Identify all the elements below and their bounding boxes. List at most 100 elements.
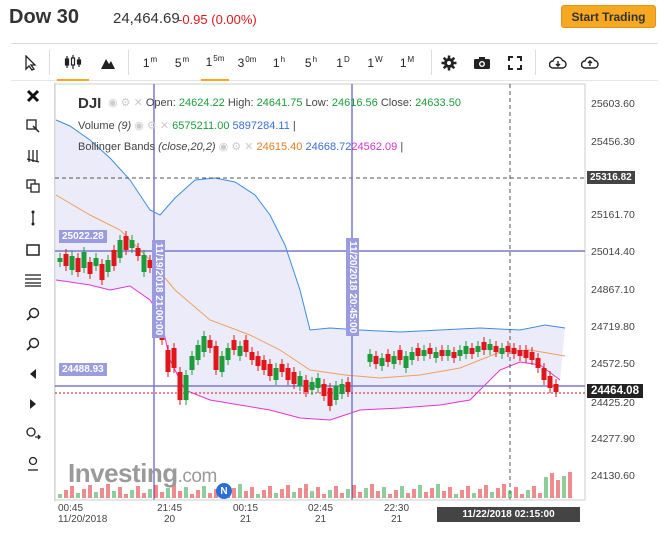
volume-bar	[526, 490, 530, 498]
candle-body	[517, 350, 523, 356]
legend-symbol: DJI	[78, 95, 102, 112]
volume-bar	[460, 490, 464, 498]
volume-bar	[124, 494, 128, 498]
candle-body	[457, 350, 463, 356]
vertical-time-label-right: 11/20/2018 20:45:00	[346, 238, 359, 337]
candle-body	[487, 344, 493, 350]
left-price-tag-top: 25022.28	[59, 230, 107, 243]
candle-body	[237, 346, 243, 356]
volume-bar	[406, 493, 410, 498]
candle-body	[433, 352, 439, 358]
candle-body	[189, 356, 195, 370]
y-tick: 25603.60	[591, 98, 635, 110]
candle-body	[421, 350, 427, 356]
volume-bar	[262, 490, 266, 498]
y-tick: 24719.80	[591, 321, 635, 333]
candle-body	[327, 388, 333, 406]
x-tick: 00:45 11/20/2018	[58, 503, 108, 525]
volume-bar	[484, 485, 488, 498]
candle-body	[273, 368, 279, 380]
candle-body	[315, 378, 321, 388]
volume-bar	[64, 490, 68, 498]
candle-body	[427, 348, 433, 354]
last-price-tag: 24464.08	[587, 384, 643, 398]
left-price-tag-bottom: 24488.93	[59, 363, 107, 376]
candle-body	[63, 254, 69, 266]
eye-icon: ◉ ⚙ ✕	[108, 97, 143, 109]
volume-bar	[316, 487, 320, 498]
candle-body	[69, 256, 75, 270]
candle-body	[505, 346, 511, 352]
y-tick: 25161.70	[591, 209, 635, 221]
candle-body	[385, 354, 391, 362]
volume-bar	[340, 493, 344, 498]
candle-body	[415, 348, 421, 356]
candle-body	[397, 350, 403, 360]
volume-bar	[76, 493, 80, 498]
volume-bar	[382, 487, 386, 498]
candle-body	[207, 340, 213, 348]
volume-bar	[250, 487, 254, 498]
candle-body	[171, 348, 177, 368]
volume-bar	[298, 488, 302, 498]
news-marker-icon[interactable]: N	[216, 483, 232, 499]
candle-body	[439, 350, 445, 356]
y-tick: 24277.90	[591, 433, 635, 445]
volume-bar	[418, 485, 422, 498]
price-chart[interactable]	[0, 0, 664, 535]
candle-body	[339, 384, 345, 394]
candle-body	[87, 262, 93, 274]
volume-bar	[244, 491, 248, 498]
candle-body	[297, 376, 303, 386]
candle-body	[213, 346, 219, 370]
volume-bar	[454, 494, 458, 498]
volume-bar	[100, 488, 104, 498]
candle-body	[523, 350, 529, 358]
volume-bar	[448, 487, 452, 498]
candle-body	[231, 340, 237, 350]
volume-bar	[328, 490, 332, 498]
volume-bar	[322, 494, 326, 498]
volume-bar	[238, 484, 242, 498]
volume-bar	[472, 493, 476, 498]
volume-bar	[352, 485, 356, 498]
candle-body	[493, 346, 499, 352]
crosshair-price-tag: 25316.82	[587, 171, 635, 184]
volume-bar	[310, 491, 314, 498]
volume-bar	[544, 477, 548, 498]
candle-body	[309, 382, 315, 390]
candle-body	[541, 368, 547, 380]
volume-bar	[256, 494, 260, 498]
volume-bar	[334, 486, 338, 498]
candle-body	[117, 240, 123, 258]
volume-bar	[514, 487, 518, 498]
volume-bar	[520, 494, 524, 498]
volume-bar	[400, 486, 404, 498]
watermark-logo: Investing.com	[68, 458, 217, 488]
volume-bar	[208, 493, 212, 498]
y-tick: 24867.10	[591, 284, 635, 296]
volume-bar	[178, 491, 182, 498]
candle-body	[129, 240, 135, 248]
volume-bar	[568, 472, 572, 498]
candle-body	[81, 252, 87, 268]
volume-bar	[370, 484, 374, 498]
volume-bar	[424, 492, 428, 498]
candle-body	[333, 386, 339, 400]
volume-bar	[478, 489, 482, 498]
candle-body	[201, 336, 207, 352]
x-crosshair-tag: 11/22/2018 02:15:00	[437, 507, 580, 522]
candle-body	[535, 358, 541, 368]
volume-bar	[112, 491, 116, 498]
candle-body	[57, 258, 63, 262]
volume-bar	[346, 489, 350, 498]
volume-bar	[82, 489, 86, 498]
volume-bar	[556, 480, 560, 498]
volume-bar	[436, 484, 440, 498]
candle-body	[373, 356, 379, 364]
candle-body	[261, 360, 267, 370]
candle-body	[547, 376, 553, 388]
x-tick: 00:15 21	[233, 503, 259, 525]
y-tick: 25014.40	[591, 246, 635, 258]
volume-bar	[532, 486, 536, 498]
